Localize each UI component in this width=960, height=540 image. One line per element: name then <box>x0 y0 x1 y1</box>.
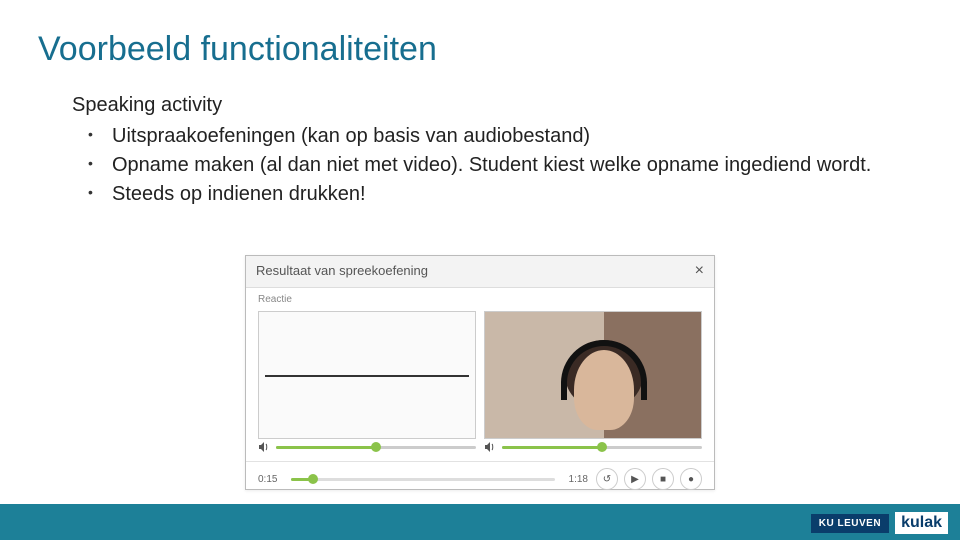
volume-fill <box>276 446 376 449</box>
footer-logos: KU LEUVEN kulak <box>811 512 948 534</box>
audio-waveform-panel <box>258 311 476 439</box>
volume-control-right[interactable] <box>484 441 702 453</box>
media-panels <box>246 305 714 439</box>
embedded-dialog: Resultaat van spreekoefening × Reactie <box>245 255 715 490</box>
bullet-item: Uitspraakoefeningen (kan op basis van au… <box>96 123 912 150</box>
volume-knob[interactable] <box>371 442 381 452</box>
kulak-logo: kulak <box>895 512 948 534</box>
speaker-icon <box>258 441 270 453</box>
transport-bar: 0:15 1:18 ↺ ▶ ■ ● <box>246 462 714 490</box>
transport-controls: ↺ ▶ ■ ● <box>596 468 702 490</box>
speaker-icon <box>484 441 496 453</box>
timeline-track[interactable] <box>291 478 554 481</box>
restart-button[interactable]: ↺ <box>596 468 618 490</box>
body-heading: Speaking activity <box>72 92 912 119</box>
bullet-item: Opname maken (al dan niet met video). St… <box>96 152 912 179</box>
play-button[interactable]: ▶ <box>624 468 646 490</box>
volume-knob[interactable] <box>597 442 607 452</box>
stop-button[interactable]: ■ <box>652 468 674 490</box>
slide: Voorbeeld functionaliteiten Speaking act… <box>0 0 960 540</box>
record-button[interactable]: ● <box>680 468 702 490</box>
dialog-sub-label: Reactie <box>246 288 714 305</box>
volume-control-left[interactable] <box>258 441 476 453</box>
time-total: 1:18 <box>569 474 588 485</box>
time-elapsed: 0:15 <box>258 474 277 485</box>
dialog-title: Resultaat van spreekoefening <box>256 263 428 278</box>
dialog-header: Resultaat van spreekoefening × <box>246 256 714 288</box>
bullet-list: Uitspraakoefeningen (kan op basis van au… <box>72 123 912 208</box>
slide-title: Voorbeeld functionaliteiten <box>38 30 437 69</box>
volume-track[interactable] <box>276 446 476 449</box>
bullet-item: Steeds op indienen drukken! <box>96 181 912 208</box>
waveform-line <box>265 375 469 377</box>
close-icon[interactable]: × <box>695 262 704 280</box>
slide-body: Speaking activity Uitspraakoefeningen (k… <box>72 92 912 210</box>
timeline-knob[interactable] <box>308 474 318 484</box>
volume-fill <box>502 446 602 449</box>
volume-track[interactable] <box>502 446 702 449</box>
ku-leuven-logo: KU LEUVEN <box>811 514 889 533</box>
video-preview-panel <box>484 311 702 439</box>
volume-row <box>246 439 714 453</box>
